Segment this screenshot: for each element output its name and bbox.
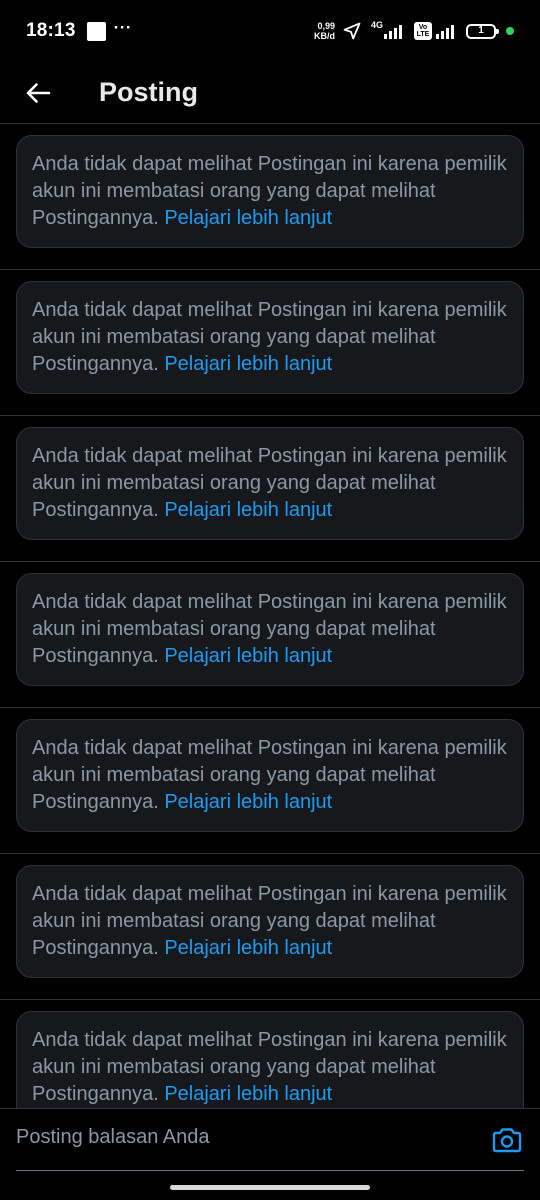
back-button[interactable] xyxy=(14,69,62,117)
network-speed: 0,99 KB/d xyxy=(314,21,335,41)
page-header: Posting xyxy=(0,62,540,124)
post-item: Anda tidak dapat melihat Postingan ini k… xyxy=(0,1000,540,1108)
learn-more-link[interactable]: Pelajari lebih lanjut xyxy=(164,353,332,375)
post-item: Anda tidak dapat melihat Postingan ini k… xyxy=(0,854,540,1000)
signal-strength-icon xyxy=(384,25,402,39)
more-notifications-icon: ··· xyxy=(113,18,133,37)
status-dot xyxy=(506,27,514,35)
post-item: Anda tidak dapat melihat Postingan ini k… xyxy=(0,270,540,416)
notification-icon xyxy=(86,21,106,41)
camera-icon xyxy=(492,1128,522,1153)
learn-more-link[interactable]: Pelajari lebih lanjut xyxy=(164,791,332,813)
learn-more-link[interactable]: Pelajari lebih lanjut xyxy=(164,207,332,229)
navigation-arrow-icon xyxy=(343,22,361,40)
restricted-post-notice: Anda tidak dapat melihat Postingan ini k… xyxy=(16,281,524,394)
post-item: Anda tidak dapat melihat Postingan ini k… xyxy=(0,416,540,562)
gesture-navigation-bar[interactable] xyxy=(170,1185,370,1190)
restricted-post-notice: Anda tidak dapat melihat Postingan ini k… xyxy=(16,573,524,686)
volte-badge: Vo LTE xyxy=(414,22,432,40)
page-title: Posting xyxy=(99,77,198,107)
status-left: 18:13 ··· xyxy=(26,18,133,42)
status-right: 0,99 KB/d 4G Vo LTE 1 xyxy=(314,20,514,41)
restricted-post-notice: Anda tidak dapat melihat Postingan ini k… xyxy=(16,865,524,978)
status-time: 18:13 xyxy=(26,20,76,41)
signal-strength-icon-2 xyxy=(436,25,454,39)
restricted-post-notice: Anda tidak dapat melihat Postingan ini k… xyxy=(16,1011,524,1108)
reply-input[interactable] xyxy=(16,1117,476,1157)
restricted-post-notice: Anda tidak dapat melihat Postingan ini k… xyxy=(16,719,524,832)
volte-badge-top: Vo xyxy=(418,24,428,31)
post-item: Anda tidak dapat melihat Postingan ini k… xyxy=(0,562,540,708)
volte-badge-bottom: LTE xyxy=(416,31,430,38)
network-type: 4G xyxy=(370,20,383,30)
network-speed-value: 0,99 xyxy=(317,21,335,31)
network-speed-unit: KB/d xyxy=(313,31,335,41)
battery-level: 1 xyxy=(478,25,484,36)
reply-bar xyxy=(0,1108,540,1171)
restricted-post-notice: Anda tidak dapat melihat Postingan ini k… xyxy=(16,427,524,540)
learn-more-link[interactable]: Pelajari lebih lanjut xyxy=(164,937,332,959)
reply-input-underline xyxy=(16,1170,524,1171)
camera-button[interactable] xyxy=(488,1123,526,1157)
battery-icon: 1 xyxy=(466,23,499,39)
arrow-left-icon xyxy=(26,82,51,103)
restricted-post-notice: Anda tidak dapat melihat Postingan ini k… xyxy=(16,135,524,248)
learn-more-link[interactable]: Pelajari lebih lanjut xyxy=(164,1083,332,1105)
learn-more-link[interactable]: Pelajari lebih lanjut xyxy=(164,499,332,521)
post-item: Anda tidak dapat melihat Postingan ini k… xyxy=(0,708,540,854)
status-bar: 18:13 ··· 0,99 KB/d 4G Vo LTE 1 xyxy=(0,0,540,62)
posts-feed[interactable]: Anda tidak dapat melihat Postingan ini k… xyxy=(0,124,540,1108)
post-item: Anda tidak dapat melihat Postingan ini k… xyxy=(0,124,540,270)
learn-more-link[interactable]: Pelajari lebih lanjut xyxy=(164,645,332,667)
